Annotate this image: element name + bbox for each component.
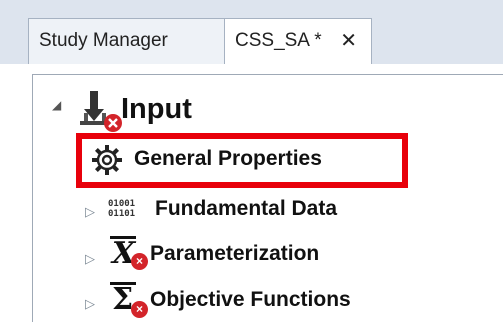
collapsed-arrow-icon[interactable]: ▷ bbox=[85, 204, 95, 220]
binary-data-icon: 01001 01101 bbox=[108, 199, 135, 219]
sigma-glyph: Σ bbox=[112, 282, 134, 317]
collapsed-arrow-icon[interactable]: ▷ bbox=[85, 296, 95, 312]
error-badge-icon: × bbox=[131, 301, 148, 318]
x-variable-icon: X × bbox=[106, 232, 150, 272]
expand-arrow-icon[interactable]: ◢ bbox=[52, 98, 61, 112]
close-icon[interactable]: ✕ bbox=[340, 28, 357, 53]
collapsed-arrow-icon[interactable]: ▷ bbox=[85, 251, 95, 267]
sigma-icon: Σ × bbox=[106, 280, 150, 322]
tree-node-input[interactable]: Input bbox=[121, 93, 192, 126]
highlight-box bbox=[76, 133, 408, 188]
tree-node-objective-functions[interactable]: Objective Functions bbox=[150, 288, 351, 312]
tab-strip: Study Manager CSS_SA * ✕ bbox=[0, 0, 503, 64]
tab-css-sa-label: CSS_SA * bbox=[235, 30, 322, 51]
tab-css-sa[interactable]: CSS_SA * ✕ bbox=[224, 18, 372, 64]
tree-node-parameterization[interactable]: Parameterization bbox=[150, 242, 319, 266]
tab-study-manager-label: Study Manager bbox=[39, 30, 168, 51]
tree-node-fundamental-data[interactable]: Fundamental Data bbox=[155, 197, 337, 221]
input-icon bbox=[80, 91, 122, 132]
error-badge-icon: × bbox=[131, 253, 148, 270]
binary-line-1: 01001 bbox=[108, 199, 136, 209]
binary-line-2: 01101 bbox=[108, 209, 136, 219]
tab-study-manager[interactable]: Study Manager bbox=[28, 18, 226, 64]
